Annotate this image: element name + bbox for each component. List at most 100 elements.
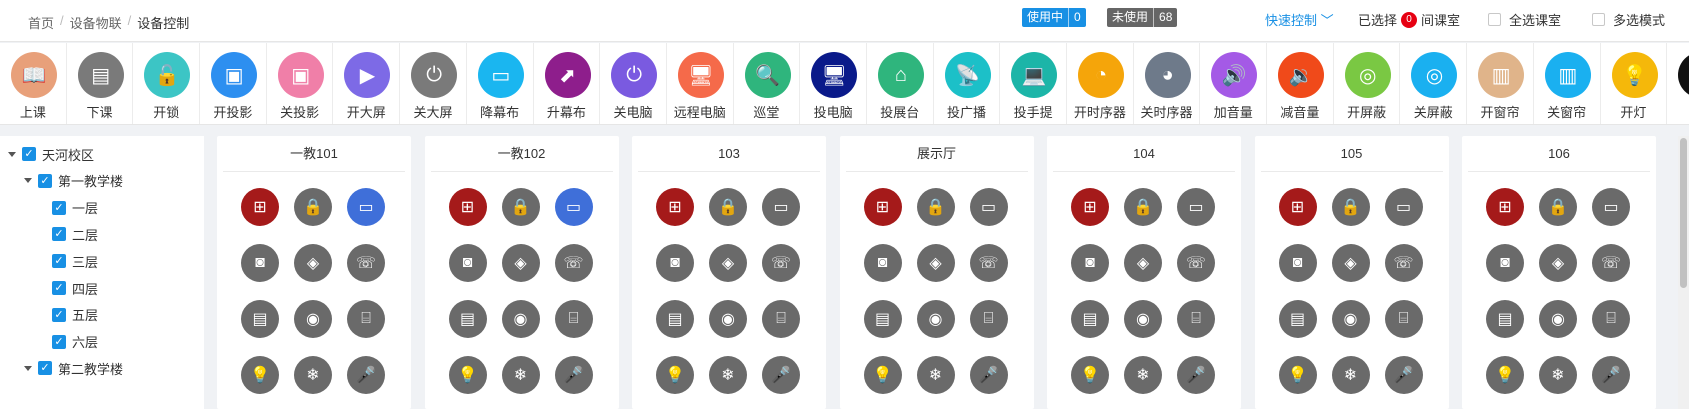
toolbar-button-volume-down[interactable]: 🔉 减音量 <box>1267 43 1334 124</box>
toolbar-button-computer-off[interactable]: ⏻ 关电脑 <box>600 43 667 124</box>
ac-snowflake-icon[interactable]: ❄ <box>1331 356 1370 394</box>
free-stat[interactable]: 未使用 68 <box>1107 8 1178 27</box>
select-all-rooms-checkbox[interactable]: 全选课室 <box>1488 10 1561 29</box>
toolbar-button-screen-down[interactable]: ▭ 降幕布 <box>467 43 534 124</box>
microphone-icon[interactable]: 🎤 <box>1384 356 1423 394</box>
phone-icon[interactable]: ☏ <box>347 244 385 282</box>
tree-node[interactable]: ✓ 第二教学楼 <box>24 357 123 379</box>
toolbar-button-projector-on[interactable]: ▣ 开投影 <box>200 43 267 124</box>
network-icon[interactable]: ⊞ <box>1486 188 1524 226</box>
multi-select-mode-checkbox[interactable]: 多选模式 <box>1592 10 1665 29</box>
monitor-icon[interactable]: ▭ <box>762 188 800 226</box>
drive-icon[interactable]: ▤ <box>1071 300 1109 338</box>
tree-node-checkbox[interactable]: ✓ <box>22 147 36 161</box>
drive-icon[interactable]: ▤ <box>863 300 902 338</box>
quick-control-dropdown[interactable]: 快速控制 ﹀ <box>1265 10 1334 29</box>
tree-node[interactable]: ✓ 六层 <box>52 331 98 353</box>
checkbox-box[interactable] <box>1488 13 1501 26</box>
vertical-scrollbar[interactable] <box>1678 136 1689 409</box>
scrollbar-thumb[interactable] <box>1680 138 1687 288</box>
monitor-icon[interactable]: ▭ <box>1592 188 1630 226</box>
network-icon[interactable]: ⊞ <box>863 188 902 226</box>
camera-icon[interactable]: ◈ <box>1124 244 1162 282</box>
tree-node[interactable]: ✓ 第一教学楼 <box>24 170 123 192</box>
monitor-icon[interactable]: ▭ <box>1177 188 1215 226</box>
router-icon[interactable]: ⌸ <box>347 300 385 338</box>
projector-icon[interactable]: ◙ <box>241 244 279 282</box>
network-icon[interactable]: ⊞ <box>656 188 694 226</box>
bulb-icon[interactable]: 💡 <box>241 356 279 394</box>
router-icon[interactable]: ⌸ <box>554 300 593 338</box>
monitor-icon[interactable]: ▭ <box>1384 188 1423 226</box>
tree-node-checkbox[interactable]: ✓ <box>52 254 66 269</box>
phone-icon[interactable]: ☏ <box>969 244 1008 282</box>
drive-icon[interactable]: ▤ <box>1486 300 1524 338</box>
room-card[interactable]: 103 ⊞ 🔒 ▭ ◙ ◈ ☏ ▤ ◉ ⌸ 💡 ❄ 🎤 <box>632 136 826 409</box>
bulb-icon[interactable]: 💡 <box>863 356 902 394</box>
router-icon[interactable]: ⌸ <box>969 300 1008 338</box>
monitor-icon[interactable]: ▭ <box>347 188 385 226</box>
camera-icon[interactable]: ◈ <box>709 244 747 282</box>
microphone-icon[interactable]: 🎤 <box>554 356 593 394</box>
toolbar-button-remote-computer[interactable]: 🖥 远程电脑 <box>667 43 734 124</box>
room-card[interactable]: 104 ⊞ 🔒 ▭ ◙ ◈ ☏ ▤ ◉ ⌸ 💡 ❄ 🎤 <box>1047 136 1241 409</box>
camera-icon[interactable]: ◈ <box>294 244 332 282</box>
ac-snowflake-icon[interactable]: ❄ <box>1539 356 1577 394</box>
network-icon[interactable]: ⊞ <box>1278 188 1317 226</box>
ac-snowflake-icon[interactable]: ❄ <box>1124 356 1162 394</box>
wireless-icon[interactable]: ◉ <box>1331 300 1370 338</box>
router-icon[interactable]: ⌸ <box>762 300 800 338</box>
camera-icon[interactable]: ◈ <box>1539 244 1577 282</box>
toolbar-button-sequencer-off[interactable]: ◕ 关时序器 <box>1134 43 1201 124</box>
projector-icon[interactable]: ◙ <box>1278 244 1317 282</box>
toolbar-button-notebook[interactable]: ▤ 下课 <box>67 43 134 124</box>
microphone-icon[interactable]: 🎤 <box>969 356 1008 394</box>
lock-icon[interactable]: 🔒 <box>1331 188 1370 226</box>
toolbar-button-shield-off[interactable]: ◎ 关屏蔽 <box>1400 43 1468 124</box>
toolbar-button-light-on[interactable]: 💡 开灯 <box>1601 43 1668 124</box>
room-card[interactable]: 105 ⊞ 🔒 ▭ ◙ ◈ ☏ ▤ ◉ ⌸ 💡 ❄ 🎤 <box>1254 136 1449 409</box>
tree-node-checkbox[interactable]: ✓ <box>52 227 66 242</box>
wireless-icon[interactable]: ◉ <box>1539 300 1577 338</box>
caret-down-icon[interactable] <box>8 151 16 157</box>
lock-icon[interactable]: 🔒 <box>294 188 332 226</box>
toolbar-button-book[interactable]: 📖 上课 <box>0 43 67 124</box>
lock-icon[interactable]: 🔒 <box>1539 188 1577 226</box>
lock-icon[interactable]: 🔒 <box>916 188 955 226</box>
projector-icon[interactable]: ◙ <box>448 244 487 282</box>
tree-node-checkbox[interactable]: ✓ <box>52 200 66 215</box>
drive-icon[interactable]: ▤ <box>1278 300 1317 338</box>
ac-snowflake-icon[interactable]: ❄ <box>916 356 955 394</box>
room-card[interactable]: 展示厅 ⊞ 🔒 ▭ ◙ ◈ ☏ ▤ ◉ ⌸ 💡 ❄ 🎤 <box>839 136 1034 409</box>
wireless-icon[interactable]: ◉ <box>709 300 747 338</box>
toolbar-button-visualizer[interactable]: ⌂ 投展台 <box>867 43 934 124</box>
camera-icon[interactable]: ◈ <box>1331 244 1370 282</box>
camera-icon[interactable]: ◈ <box>501 244 540 282</box>
projector-icon[interactable]: ◙ <box>656 244 694 282</box>
lock-icon[interactable]: 🔒 <box>501 188 540 226</box>
drive-icon[interactable]: ▤ <box>656 300 694 338</box>
toolbar-button-patrol[interactable]: 🔍 巡堂 <box>734 43 801 124</box>
drive-icon[interactable]: ▤ <box>448 300 487 338</box>
phone-icon[interactable]: ☏ <box>1177 244 1215 282</box>
toolbar-button-cast-computer[interactable]: 🖥 投电脑 <box>800 43 867 124</box>
tree-node-checkbox[interactable]: ✓ <box>38 361 52 376</box>
tree-node[interactable]: ✓ 四层 <box>52 277 98 299</box>
lock-icon[interactable]: 🔒 <box>709 188 747 226</box>
toolbar-button-unlock[interactable]: 🔓 开锁 <box>133 43 201 124</box>
phone-icon[interactable]: ☏ <box>762 244 800 282</box>
tree-node-checkbox[interactable]: ✓ <box>38 173 52 188</box>
tree-node-checkbox[interactable]: ✓ <box>52 334 66 349</box>
wireless-icon[interactable]: ◉ <box>1124 300 1162 338</box>
network-icon[interactable]: ⊞ <box>1071 188 1109 226</box>
microphone-icon[interactable]: 🎤 <box>762 356 800 394</box>
toolbar-button-curtain-open[interactable]: ▥ 开窗帘 <box>1467 43 1534 124</box>
camera-icon[interactable]: ◈ <box>916 244 955 282</box>
monitor-icon[interactable]: ▭ <box>969 188 1008 226</box>
microphone-icon[interactable]: 🎤 <box>1177 356 1215 394</box>
checkbox-box[interactable] <box>1592 13 1605 26</box>
toolbar-button-big-screen-on[interactable]: ▶ 开大屏 <box>333 43 401 124</box>
router-icon[interactable]: ⌸ <box>1177 300 1215 338</box>
tree-node[interactable]: ✓ 天河校区 <box>8 143 94 165</box>
router-icon[interactable]: ⌸ <box>1592 300 1630 338</box>
